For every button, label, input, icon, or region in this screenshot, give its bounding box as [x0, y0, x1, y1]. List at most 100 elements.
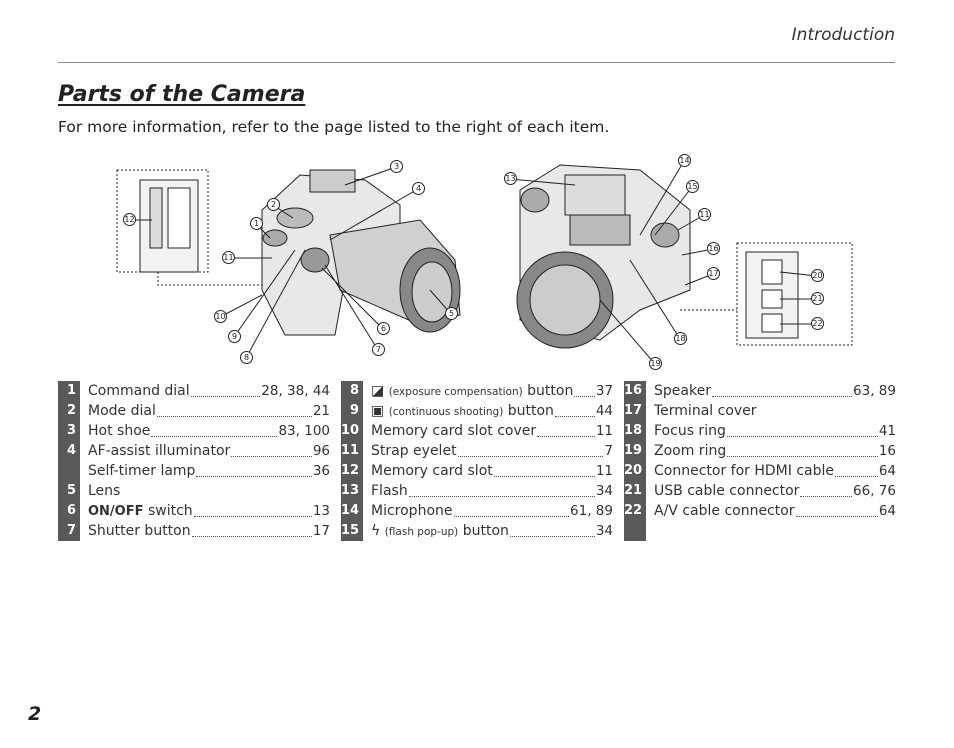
part-label: Lens: [88, 483, 121, 499]
part-row: 10 Memory card slot cover 11: [341, 421, 613, 441]
callout-15: 15: [686, 180, 699, 193]
leader-dots: [711, 386, 853, 397]
part-row: 5 Lens: [58, 481, 330, 501]
part-number: 6: [58, 501, 80, 521]
part-row: 8 ◪ (exposure compensation) button 37: [341, 381, 613, 401]
part-number: 13: [341, 481, 363, 501]
part-number: 14: [341, 501, 363, 521]
page-ref: 36: [312, 463, 330, 479]
part-label: Microphone: [371, 503, 453, 519]
leader-dots: [574, 386, 595, 397]
part-label: ON/OFF switch: [88, 503, 193, 519]
leader-dots: [835, 466, 878, 477]
part-number: [58, 461, 80, 481]
part-label: Zoom ring: [654, 443, 727, 459]
part-number: 8: [341, 381, 363, 401]
part-row: 17 Terminal cover: [624, 401, 896, 421]
part-row: 19 Zoom ring 16: [624, 441, 896, 461]
part-label: Memory card slot: [371, 463, 493, 479]
part-number: 15: [341, 521, 363, 541]
part-row: 3 Hot shoe 83, 100: [58, 421, 330, 441]
header-rule: [58, 62, 895, 63]
part-row: 1 Command dial 28, 38, 44: [58, 381, 330, 401]
callout-18: 18: [674, 332, 687, 345]
page-ref: 17: [312, 523, 330, 539]
page-ref: 96: [312, 443, 330, 459]
part-label: Focus ring: [654, 423, 726, 439]
part-label: Self-timer lamp: [88, 463, 196, 479]
page-ref: 34: [595, 523, 613, 539]
page-ref: 11: [595, 423, 613, 439]
part-label: Shutter button: [88, 523, 191, 539]
part-row: 11 Strap eyelet 7: [341, 441, 613, 461]
part-number: 21: [624, 481, 646, 501]
leader-dots: [554, 406, 595, 417]
page-ref: 21: [312, 403, 330, 419]
page-ref: 61, 89: [570, 503, 613, 519]
callout-14: 14: [678, 154, 691, 167]
part-label: Speaker: [654, 383, 711, 399]
callout-16: 16: [707, 242, 720, 255]
part-number: 7: [58, 521, 80, 541]
part-row: 13 Flash 34: [341, 481, 613, 501]
part-label: Flash: [371, 483, 408, 499]
callout-22: 22: [811, 317, 824, 330]
callout-5: 5: [445, 307, 458, 320]
part-number: 5: [58, 481, 80, 501]
part-row: 18 Focus ring 41: [624, 421, 896, 441]
leader-dots: [727, 446, 878, 457]
continuous-shooting-icon: ▣: [371, 403, 385, 419]
leader-dots: [537, 426, 595, 437]
page-ref: 16: [878, 443, 896, 459]
part-label: USB cable connector: [654, 483, 800, 499]
camera-illustration: [116, 160, 853, 365]
page-ref: 13: [312, 503, 330, 519]
part-label: Strap eyelet: [371, 443, 457, 459]
part-number: 3: [58, 421, 80, 441]
page-subtitle: For more information, refer to the page …: [58, 118, 610, 136]
leader-dots: [457, 446, 604, 457]
part-row: 12 Memory card slot 11: [341, 461, 613, 481]
part-row: 22 A/V cable connector 64: [624, 501, 896, 521]
callout-17: 17: [707, 267, 720, 280]
callout-10: 10: [214, 310, 227, 323]
flash-icon: ϟ: [371, 523, 381, 539]
page-ref: 63, 89: [853, 383, 896, 399]
leader-dots: [190, 386, 261, 397]
callout-2: 2: [267, 198, 280, 211]
callout-9: 9: [228, 330, 241, 343]
camera-diagram: 3 4 2 1 11 10 9 8 6 7 5 12 13 14 15 11 1…: [0, 150, 954, 378]
page-number: 2: [28, 703, 42, 725]
part-number: 10: [341, 421, 363, 441]
part-label: Connector for HDMI cable: [654, 463, 834, 479]
callout-13: 13: [504, 172, 517, 185]
part-number: 11: [341, 441, 363, 461]
page-ref: 44: [595, 403, 613, 419]
part-label: Hot shoe: [88, 423, 151, 439]
part-row: 20 Connector for HDMI cable 64: [624, 461, 896, 481]
part-row: 4 AF-assist illuminator 96: [58, 441, 330, 461]
parts-column-3: 16 Speaker 63, 89 17 Terminal cover 18 Focus r…: [624, 381, 896, 541]
callout-20: 20: [811, 269, 824, 282]
part-number: 2: [58, 401, 80, 421]
part-number: 18: [624, 421, 646, 441]
page-ref: 28, 38, 44: [261, 383, 330, 399]
callout-19: 19: [649, 357, 662, 370]
part-row: 6 ON/OFF switch 13: [58, 501, 330, 521]
page-ref: 64: [878, 463, 896, 479]
part-label: AF-assist illuminator: [88, 443, 231, 459]
part-number: 22: [624, 501, 646, 521]
part-label: Mode dial: [88, 403, 156, 419]
part-row: 9 ▣ (continuous shooting) button 44: [341, 401, 613, 421]
callout-21: 21: [811, 292, 824, 305]
callout-11b: 11: [698, 208, 711, 221]
page-ref: 34: [595, 483, 613, 499]
part-number: 12: [341, 461, 363, 481]
part-label: ϟ (flash pop-up) button: [371, 523, 509, 539]
number-column-fill: [624, 521, 646, 541]
page-ref: 66, 76: [853, 483, 896, 499]
callout-6: 6: [377, 322, 390, 335]
part-label: Command dial: [88, 383, 190, 399]
page-ref: 83, 100: [278, 423, 330, 439]
callout-3: 3: [390, 160, 403, 173]
